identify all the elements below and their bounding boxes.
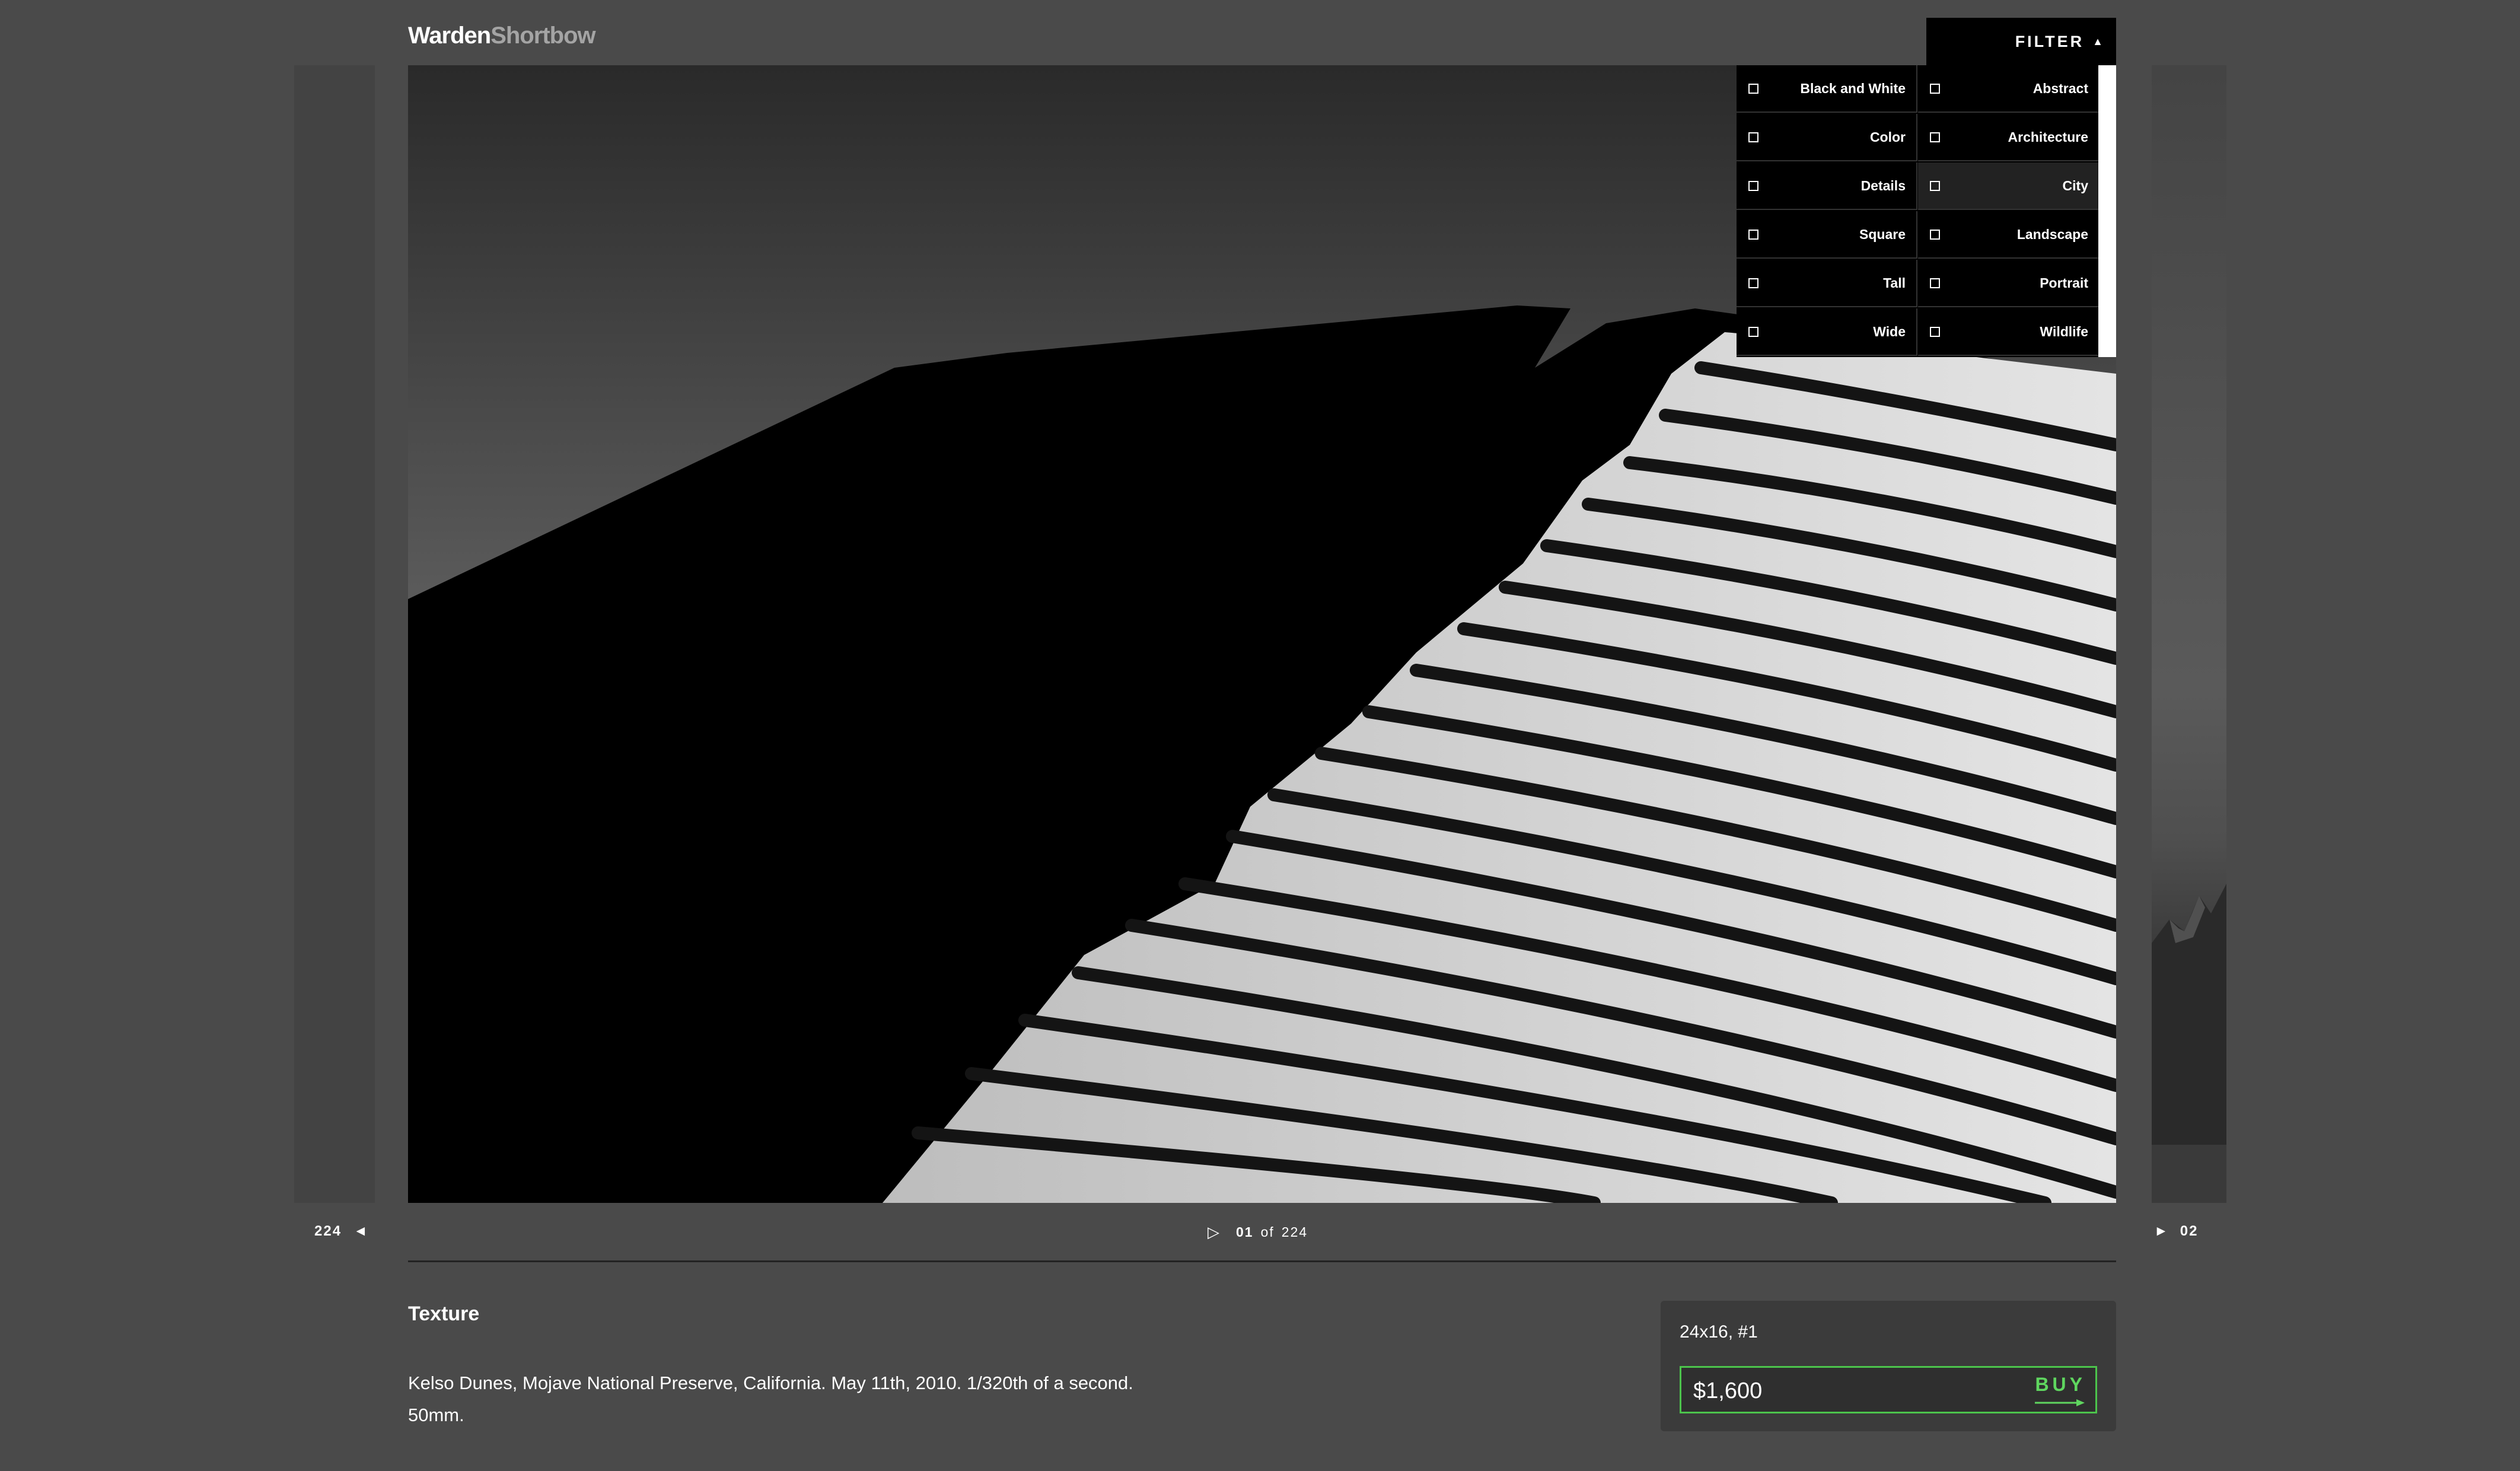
filter-label: FILTER (2015, 32, 2085, 50)
filter-option-label: Wide (1873, 323, 1906, 339)
filter-dropdown-panel: Black and White Color Details Square Tal… (1737, 65, 2116, 357)
photo-description: Kelso Dunes, Mojave National Preserve, C… (408, 1373, 1133, 1425)
site-logo[interactable]: WardenShortbow (408, 23, 596, 49)
next-photo-number: 02 (2180, 1223, 2199, 1239)
filter-option-color[interactable]: Color (1737, 114, 1917, 161)
filter-option-label: Landscape (2016, 226, 2088, 242)
print-size: 24x16, #1 (1680, 1322, 1758, 1342)
checkbox-icon[interactable] (1930, 278, 1940, 288)
checkbox-icon[interactable] (1930, 83, 1940, 94)
filter-option-black-and-white[interactable]: Black and White (1737, 65, 1917, 113)
checkbox-icon[interactable] (1748, 326, 1758, 337)
filter-option-wildlife[interactable]: Wildlife (1918, 308, 2099, 356)
buy-label: BUY (2035, 1374, 2086, 1395)
filter-scrollbar[interactable] (2098, 65, 2116, 357)
filter-option-landscape[interactable]: Landscape (1918, 211, 2099, 259)
checkbox-icon[interactable] (1748, 278, 1758, 288)
filter-option-abstract[interactable]: Abstract (1918, 65, 2099, 113)
filter-option-square[interactable]: Square (1737, 211, 1917, 259)
arrow-left-icon: ◄ (353, 1223, 369, 1239)
current-photo-number: 01 (1236, 1224, 1254, 1240)
checkbox-icon[interactable] (1748, 180, 1758, 191)
checkbox-icon[interactable] (1748, 83, 1758, 94)
filter-option-label: Architecture (2008, 129, 2088, 145)
filter-option-label: Color (1869, 129, 1906, 145)
previous-photo-thumbnail[interactable] (294, 65, 375, 1203)
checkbox-icon[interactable] (1748, 132, 1758, 142)
previous-photo-button[interactable]: 224 ◄ (314, 1223, 369, 1240)
filter-option-label: Black and White (1800, 80, 1906, 96)
filter-option-label: Details (1860, 177, 1906, 193)
caret-up-icon: ▲ (2092, 35, 2103, 47)
play-icon[interactable]: ▷ (1208, 1223, 1221, 1241)
logo-part-2: Shortbow (490, 23, 595, 49)
filter-option-details[interactable]: Details (1737, 163, 1917, 210)
previous-photo-number: 224 (314, 1223, 342, 1239)
filter-option-label: Wildlife (2040, 323, 2088, 339)
filter-toggle-button[interactable]: FILTER ▲ (1926, 18, 2116, 65)
filter-option-label: Abstract (2032, 80, 2088, 96)
checkbox-icon[interactable] (1930, 326, 1940, 337)
checkbox-icon[interactable] (1930, 132, 1940, 142)
filter-option-tall[interactable]: Tall (1737, 260, 1917, 307)
price: $1,600 (1693, 1378, 1763, 1403)
filter-option-label: Square (1859, 226, 1906, 242)
photo-counter: ▷ 01 of 224 (1208, 1223, 1308, 1241)
filter-option-label: Tall (1883, 275, 1906, 291)
total-photo-count: 224 (1281, 1224, 1308, 1240)
arrow-right-icon: ► (2154, 1223, 2169, 1239)
logo-part-1: Warden (408, 23, 491, 49)
photo-title: Texture (408, 1303, 480, 1325)
filter-option-wide[interactable]: Wide (1737, 308, 1917, 356)
of-label: of (1260, 1224, 1275, 1240)
mountain-thumbnail-image (2152, 884, 2226, 1203)
purchase-panel: 24x16, #1 $1,600 BUY (1661, 1301, 2116, 1431)
next-photo-thumbnail[interactable] (2152, 65, 2226, 1203)
filter-option-city[interactable]: City (1918, 163, 2099, 210)
checkbox-icon[interactable] (1930, 180, 1940, 191)
filter-option-label: City (2062, 177, 2088, 193)
next-photo-button[interactable]: ► 02 (2154, 1223, 2198, 1240)
filter-option-architecture[interactable]: Architecture (1918, 114, 2099, 161)
arrow-right-icon (2035, 1399, 2085, 1406)
checkbox-icon[interactable] (1748, 229, 1758, 240)
filter-option-label: Portrait (2040, 275, 2088, 291)
section-divider (408, 1260, 2116, 1262)
filter-option-portrait[interactable]: Portrait (1918, 260, 2099, 307)
buy-button[interactable]: $1,600 BUY (1680, 1366, 2097, 1413)
checkbox-icon[interactable] (1930, 229, 1940, 240)
